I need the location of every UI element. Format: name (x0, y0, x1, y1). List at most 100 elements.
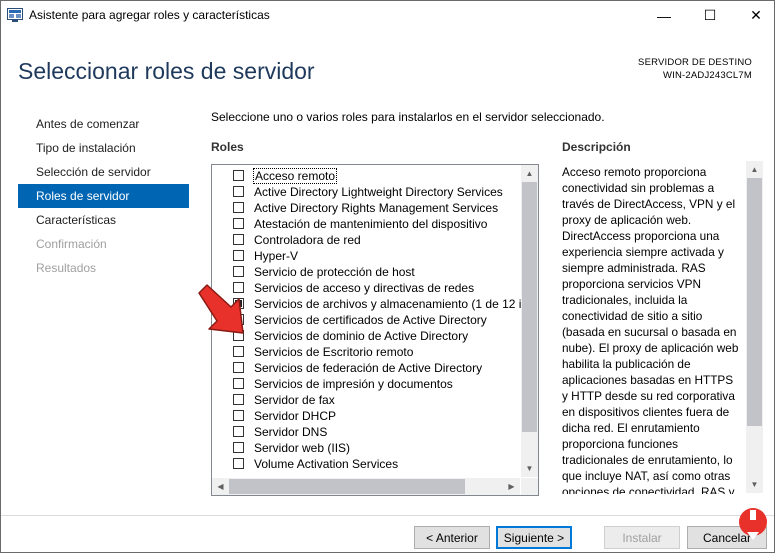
role-row[interactable]: Servicios de federación de Active Direct… (212, 360, 520, 376)
nav-item-0[interactable]: Antes de comenzar (18, 112, 189, 136)
nav-item-6: Resultados (36, 261, 97, 275)
wizard-header: Seleccionar roles de servidor SERVIDOR D… (1, 30, 774, 108)
minimize-icon: — (657, 7, 671, 24)
scroll-up-icon[interactable]: ▲ (521, 165, 538, 182)
role-checkbox[interactable] (233, 378, 244, 389)
footer-divider (1, 515, 774, 516)
role-label: Servicios de archivos y almacenamiento (… (254, 297, 529, 311)
role-checkbox[interactable] (233, 394, 244, 405)
close-icon: ✕ (750, 7, 762, 23)
role-label: Servicios de dominio de Active Directory (254, 329, 469, 343)
roles-list[interactable]: Acceso remoto Active Directory Lightweigh… (211, 164, 539, 496)
role-row[interactable]: Servicios de acceso y directivas de rede… (212, 280, 520, 296)
role-row[interactable]: Servidor DHCP (212, 408, 520, 424)
role-checkbox[interactable] (233, 218, 244, 229)
role-label: Servidor de fax (254, 393, 335, 407)
role-checkbox[interactable] (233, 442, 244, 453)
install-button[interactable]: Instalar (604, 526, 680, 549)
scroll-down-icon[interactable]: ▼ (521, 460, 538, 477)
wizard-navigation: Antes de comenzar Tipo de instalación Sele… (18, 112, 189, 280)
role-row[interactable]: Servidor DNS (212, 424, 520, 440)
role-checkbox[interactable] (233, 234, 244, 245)
role-description: Acceso remoto proporciona conectividad s… (562, 165, 739, 494)
role-label: Volume Activation Services (254, 457, 399, 471)
roles-vertical-scroll-thumb[interactable] (522, 182, 537, 432)
role-label: Active Directory Rights Management Servi… (254, 201, 499, 215)
scroll-left-icon[interactable]: ◀ (212, 478, 229, 495)
nav-item-5: Confirmación (36, 237, 107, 251)
description-scrollbar[interactable]: ▲ ▼ (746, 161, 763, 493)
role-row[interactable]: Servicios de archivos y almacenamiento (… (212, 296, 528, 312)
role-checkbox[interactable] (233, 266, 244, 277)
watermark-logo-icon (739, 508, 767, 540)
roles-rows: Acceso remoto Active Directory Lightweigh… (212, 168, 528, 472)
role-row[interactable]: Volume Activation Services (212, 456, 520, 472)
role-checkbox[interactable] (233, 170, 244, 181)
role-label: Servicio de protección de host (254, 265, 415, 279)
role-label: Hyper-V (254, 249, 299, 263)
scroll-right-icon[interactable]: ▶ (503, 478, 520, 495)
red-arrow-annotation-icon (198, 284, 244, 334)
role-label: Servicios de acceso y directivas de rede… (254, 281, 475, 295)
role-label: Active Directory Lightweight Directory S… (254, 185, 503, 199)
role-checkbox[interactable] (233, 410, 244, 421)
role-checkbox[interactable] (233, 202, 244, 213)
role-label: Servidor web (IIS) (254, 441, 351, 455)
role-row[interactable]: Servidor web (IIS) (212, 440, 520, 456)
role-row[interactable]: Servicios de certificados de Active Dire… (212, 312, 520, 328)
wizard-window: Asistente para agregar roles y caracterí… (0, 0, 775, 553)
maximize-button[interactable]: ☐ (687, 1, 733, 30)
role-row[interactable]: Servicios de Escritorio remoto (212, 344, 520, 360)
role-row[interactable]: Servicio de protección de host (212, 264, 520, 280)
roles-heading: Roles (211, 140, 244, 154)
role-row[interactable]: Servicios de dominio de Active Directory (212, 328, 520, 344)
role-label: Servicios de Escritorio remoto (254, 345, 414, 359)
nav-item-2[interactable]: Selección de servidor (18, 160, 189, 184)
role-label: Acceso remoto (253, 168, 338, 184)
maximize-icon: ☐ (703, 7, 717, 23)
destination-server-name: WIN-2ADJ243CL7M (662, 70, 752, 81)
role-label: Servicios de certificados de Active Dire… (254, 313, 487, 327)
role-checkbox[interactable] (233, 186, 244, 197)
previous-button[interactable]: < Anterior (414, 526, 490, 549)
close-button[interactable]: ✕ (733, 1, 774, 30)
nav-item-3[interactable]: Roles de servidor (18, 184, 189, 208)
description-scroll-up-icon[interactable]: ▲ (746, 161, 763, 178)
role-label: Atestación de mantenimiento del disposit… (254, 217, 488, 231)
role-label: Servidor DNS (254, 425, 328, 439)
description-scroll-thumb[interactable] (747, 178, 762, 426)
page-title: Seleccionar roles de servidor (18, 58, 315, 84)
description-scroll-down-icon[interactable]: ▼ (746, 476, 763, 493)
nav-item-1[interactable]: Tipo de instalación (18, 136, 189, 160)
role-checkbox[interactable] (233, 250, 244, 261)
role-checkbox[interactable] (233, 426, 244, 437)
title-bar[interactable]: Asistente para agregar roles y caracterí… (1, 1, 774, 30)
role-row[interactable]: Atestación de mantenimiento del disposit… (212, 216, 520, 232)
role-row[interactable]: Hyper-V (212, 248, 520, 264)
destination-server-label: SERVIDOR DE DESTINO (638, 57, 752, 68)
window-title: Asistente para agregar roles y caracterí… (29, 8, 270, 22)
role-row[interactable]: Acceso remoto (212, 168, 520, 184)
roles-horizontal-scrollbar[interactable]: ◀ ▶ (212, 478, 520, 495)
role-label: Servidor DHCP (254, 409, 337, 423)
role-row[interactable]: Controladora de red (212, 232, 520, 248)
description-heading: Descripción (562, 140, 631, 154)
role-label: Servicios de federación de Active Direct… (254, 361, 483, 375)
role-label: Controladora de red (254, 233, 361, 247)
role-row[interactable]: Active Directory Lightweight Directory S… (212, 184, 520, 200)
role-checkbox[interactable] (233, 362, 244, 373)
nav-item-4[interactable]: Características (18, 208, 189, 232)
role-label: Servicios de impresión y documentos (254, 377, 453, 391)
instruction-text: Seleccione uno o varios roles para insta… (211, 110, 605, 124)
role-row[interactable]: Servidor de fax (212, 392, 520, 408)
minimize-button[interactable]: — (641, 1, 687, 30)
next-button[interactable]: Siguiente > (496, 526, 572, 549)
role-checkbox[interactable] (233, 346, 244, 357)
role-checkbox[interactable] (233, 458, 244, 469)
role-row[interactable]: Active Directory Rights Management Servi… (212, 200, 520, 216)
scrollbar-corner (521, 478, 538, 495)
roles-horizontal-scroll-thumb[interactable] (229, 479, 465, 494)
role-row[interactable]: Servicios de impresión y documentos (212, 376, 520, 392)
roles-vertical-scrollbar[interactable]: ▲ ▼ (521, 165, 538, 477)
server-manager-icon (7, 8, 23, 22)
